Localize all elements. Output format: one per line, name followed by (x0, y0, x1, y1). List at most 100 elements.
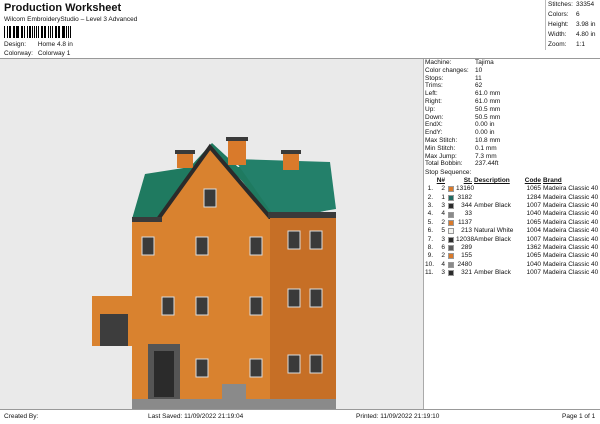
thread-description: Amber Black (474, 201, 511, 209)
stitch-count: 155 (461, 252, 472, 260)
col-code: Code (524, 177, 541, 185)
thread-brand: Madeira Classic 40 (543, 235, 599, 243)
window (287, 288, 301, 308)
design-value: Home 4.8 in (37, 41, 73, 48)
stop-index: 2. (427, 193, 433, 201)
design-stats: Stitches: 33354 Colors: 6 Height: 3.98 in W… (545, 0, 600, 50)
info-row: Max Stitch: 10.8 mm (425, 137, 600, 145)
thread-brand: Madeira Classic 40 (543, 193, 599, 201)
barcode (4, 26, 72, 38)
window (309, 354, 323, 374)
thread-brand: Madeira Classic 40 (543, 210, 599, 218)
thread-code: 1065 (526, 218, 541, 226)
info-row: EndY: 0.00 in (425, 129, 600, 137)
info-label: Right: (425, 97, 442, 105)
color-swatch (448, 203, 456, 210)
software-subtitle: Wilcom EmbroideryStudio – Level 3 Advanc… (4, 16, 138, 23)
chimney-right (283, 152, 299, 170)
info-label: Up: (425, 105, 436, 113)
window (309, 230, 323, 250)
thread-brand: Madeira Classic 40 (543, 218, 599, 226)
stitch-count: 12038 (456, 235, 475, 243)
stop-index: 10. (425, 260, 435, 268)
info-label: Max Jump: (425, 152, 457, 160)
info-value: 0.00 in (475, 121, 495, 129)
info-value: 237.44ft (475, 160, 499, 168)
col-stitches: St. (463, 177, 472, 185)
color-swatch (448, 211, 456, 218)
color-swatch (448, 245, 456, 252)
info-row: Trims: 62 (425, 82, 600, 90)
info-label: EndX: (425, 121, 443, 129)
garage-door (100, 314, 128, 346)
window (249, 236, 263, 256)
stitch-count: 289 (461, 243, 472, 251)
info-value: 50.5 mm (475, 113, 501, 121)
info-value: Tajima (475, 59, 494, 66)
color-swatch (448, 253, 456, 260)
info-value: 7.3 mm (475, 152, 497, 160)
thread-brand: Madeira Classic 40 (543, 260, 599, 268)
table-row: 1. 2 13160 1065 Madeira Classic 40 (425, 185, 600, 193)
stitch-count: 13160 (456, 185, 475, 193)
info-row: Down: 50.5 mm (425, 114, 600, 122)
thread-code: 1362 (526, 243, 541, 251)
window (249, 296, 263, 316)
stop-index: 1. (427, 185, 433, 193)
thread-brand: Madeira Classic 40 (543, 269, 599, 277)
worksheet-header: Production Worksheet Wilcom EmbroiderySt… (0, 0, 600, 60)
window (287, 230, 301, 250)
stat-row: Width: 4.80 in (546, 30, 600, 40)
stat-row: Height: 3.98 in (546, 20, 600, 30)
chimney-left (177, 152, 193, 168)
info-row: Up: 50.5 mm (425, 106, 600, 114)
info-label: Min Stitch: (425, 144, 456, 152)
colorway-row: Colorway: Colorway 1 (4, 50, 70, 57)
col-swatch (448, 177, 456, 185)
window (249, 358, 263, 378)
info-row: EndX: 0.00 in (425, 121, 600, 129)
needle-number: 3 (441, 235, 445, 243)
thread-brand: Madeira Classic 40 (543, 227, 599, 235)
window (195, 358, 209, 378)
machine-info-panel: Machine: Tajima Color changes: 10 Stops: 11 Tr… (425, 59, 600, 409)
table-row: 3. 3 344 Amber Black 1007 Madeira Classic 40 (425, 202, 600, 210)
design-preview (0, 59, 424, 409)
info-value: 50.5 mm (475, 105, 501, 113)
table-row: 10. 4 2480 1040 Madeira Classic 40 (425, 261, 600, 269)
stat-row: Zoom: 1:1 (546, 40, 600, 50)
stop-sequence-title: Stop Sequence: (425, 169, 472, 177)
stat-value: 33354 (576, 1, 595, 8)
info-value: 61.0 mm (475, 97, 501, 105)
info-value: 0.1 mm (475, 144, 497, 152)
thread-description: Natural White (474, 227, 514, 235)
info-row: Max Jump: 7.3 mm (425, 153, 600, 161)
stitch-count: 1137 (458, 218, 472, 226)
color-swatch (448, 270, 456, 277)
info-row: Stops: 11 (425, 75, 600, 83)
stat-label: Width: (548, 31, 567, 38)
table-row: 5. 2 1137 1065 Madeira Classic 40 (425, 219, 600, 227)
thread-description: Amber Black (474, 235, 511, 243)
thread-code: 1007 (526, 201, 541, 209)
info-value: 61.0 mm (475, 90, 501, 98)
stop-index: 9. (427, 252, 433, 260)
thread-description: Amber Black (474, 269, 511, 277)
front-door (154, 351, 174, 397)
worksheet-footer: Created By: Last Saved: 11/09/2022 21:19… (0, 409, 600, 424)
page-number: Page 1 of 1 (562, 413, 596, 420)
needle-number: 6 (441, 243, 445, 251)
thread-code: 1007 (526, 235, 541, 243)
stat-label: Zoom: (548, 41, 567, 48)
table-row: 4. 4 33 1040 Madeira Classic 40 (425, 210, 600, 218)
needle-number: 2 (441, 185, 445, 193)
info-label: EndY: (425, 129, 443, 137)
stat-row: Stitches: 33354 (546, 0, 600, 10)
design-label: Design: (4, 41, 27, 48)
stitch-count: 2480 (457, 260, 472, 268)
info-value: 11 (475, 74, 482, 82)
needle-number: 3 (441, 269, 445, 277)
window (309, 288, 323, 308)
chimney-cap (281, 150, 301, 154)
window (287, 354, 301, 374)
